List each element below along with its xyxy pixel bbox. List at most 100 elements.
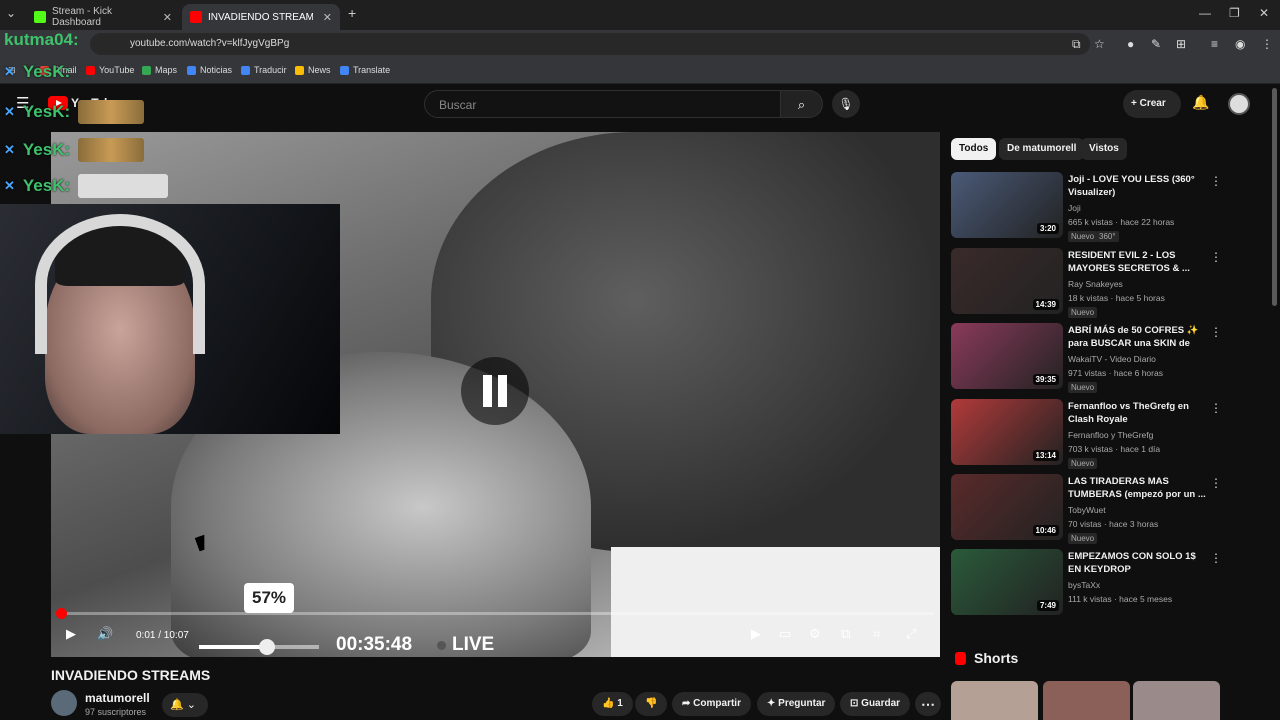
video-title[interactable]: RESIDENT EVIL 2 - LOS MAYORES SECRETOS &…: [1068, 249, 1208, 275]
install-icon[interactable]: ⧉: [1072, 37, 1081, 52]
progress-scrubber[interactable]: [56, 608, 67, 619]
channel-name[interactable]: matumorell: [85, 691, 150, 705]
more-options-icon[interactable]: ⋮: [1210, 174, 1222, 188]
subtitles-icon[interactable]: ▭: [779, 626, 791, 642]
url-input[interactable]: youtube.com/watch?v=klfJygVgBPg: [90, 33, 1090, 55]
chip-from-channel[interactable]: De matumorell: [999, 138, 1085, 160]
channel-name[interactable]: Joji: [1068, 203, 1081, 213]
volume-icon[interactable]: 🔊: [97, 626, 113, 642]
miniplayer-icon[interactable]: ⧉: [841, 626, 850, 642]
channel-name[interactable]: TobyWuet: [1068, 505, 1106, 515]
bookmark-youtube[interactable]: YouTube: [86, 65, 134, 75]
extension-icon[interactable]: ✎: [1151, 37, 1161, 51]
close-tab-icon[interactable]: ✕: [323, 11, 332, 24]
badge: Nuevo: [1068, 533, 1098, 544]
menu-icon[interactable]: ⋮: [1261, 37, 1273, 51]
save-button[interactable]: ⊡ Guardar: [840, 692, 911, 716]
bookmark-star-icon[interactable]: ☆: [1094, 37, 1105, 51]
video-thumbnail[interactable]: 7:49: [951, 549, 1063, 615]
more-options-icon[interactable]: ⋮: [1210, 551, 1222, 565]
more-options-icon[interactable]: ⋮: [1210, 250, 1222, 264]
headphones-icon: [35, 214, 205, 354]
video-title[interactable]: Fernanfloo vs TheGrefg en Clash Royale: [1068, 400, 1208, 426]
video-thumbnail[interactable]: 13:14: [951, 399, 1063, 465]
short-thumbnail[interactable]: [1133, 681, 1220, 720]
chip-watched[interactable]: Vistos: [1081, 138, 1127, 160]
pause-icon[interactable]: [461, 357, 529, 425]
close-window-button[interactable]: ✕: [1259, 6, 1269, 20]
chip-all[interactable]: Todos: [951, 138, 997, 160]
recommended-video[interactable]: 39:35 ABRÍ MÁS de 50 COFRES ✨ para BUSCAR…: [951, 323, 1231, 393]
channel-name[interactable]: WakaiTV - Video Diario: [1068, 354, 1156, 364]
like-button[interactable]: 👍 1: [592, 692, 633, 716]
play-button[interactable]: ▶: [66, 626, 76, 642]
recommended-video[interactable]: 3:20 Joji - LOVE YOU LESS (360° Visualize…: [951, 172, 1231, 242]
recommended-video[interactable]: 14:39 RESIDENT EVIL 2 - LOS MAYORES SECRE…: [951, 248, 1231, 318]
bookmark-label: YouTube: [99, 65, 135, 75]
tab-search-icon[interactable]: ⌄: [6, 6, 16, 20]
chat-username: kutma04:: [4, 30, 79, 49]
bookmark-maps[interactable]: Maps: [142, 65, 177, 75]
channel-name[interactable]: Fernanfloo y TheGrefg: [1068, 430, 1153, 440]
minimize-button[interactable]: —: [1199, 6, 1211, 20]
short-thumbnail[interactable]: [1043, 681, 1130, 720]
profile-icon[interactable]: ◉: [1235, 37, 1245, 51]
account-avatar[interactable]: [1228, 93, 1250, 115]
sword-badge-icon: ✕: [4, 64, 15, 79]
channel-avatar[interactable]: [51, 690, 77, 716]
extensions-puzzle-icon[interactable]: ⊞: [1176, 37, 1186, 51]
video-thumbnail[interactable]: 10:46: [951, 474, 1063, 540]
tab-kick[interactable]: Stream - Kick Dashboard ✕: [26, 4, 180, 30]
more-options-icon[interactable]: ⋮: [1210, 401, 1222, 415]
create-button[interactable]: + Crear: [1123, 90, 1181, 118]
new-tab-button[interactable]: +: [348, 5, 356, 21]
video-title[interactable]: Joji - LOVE YOU LESS (360° Visualizer): [1068, 173, 1208, 199]
reading-list-icon[interactable]: ≡: [1211, 37, 1218, 51]
autoplay-toggle-icon[interactable]: ▶: [751, 626, 761, 642]
video-thumbnail[interactable]: 39:35: [951, 323, 1063, 389]
video-title[interactable]: LAS TIRADERAS MAS TUMBERAS (empezó por u…: [1068, 475, 1208, 501]
share-icon: ➦: [682, 698, 694, 709]
bookmark-noticias[interactable]: Noticias: [187, 65, 232, 75]
video-meta: 18 k vistas · hace 5 horas: [1068, 293, 1165, 303]
bookmark-translate[interactable]: Translate: [340, 65, 390, 75]
page-scrollbar[interactable]: [1272, 88, 1277, 306]
dislike-button[interactable]: 👎: [635, 692, 668, 716]
shorts-icon: [955, 651, 966, 665]
live-stream-time: 00:35:48: [336, 634, 413, 655]
more-options-icon[interactable]: ⋮: [1210, 476, 1222, 490]
subscription-bell-button[interactable]: 🔔 ⌄: [162, 693, 208, 717]
like-count: 1: [617, 698, 623, 709]
settings-gear-icon[interactable]: ⚙: [809, 626, 821, 642]
more-actions-button[interactable]: ⋯: [915, 692, 941, 716]
volume-slider[interactable]: [199, 639, 319, 655]
maximize-button[interactable]: ❐: [1229, 6, 1240, 20]
video-thumbnail[interactable]: 3:20: [951, 172, 1063, 238]
channel-name[interactable]: bysTaXx: [1068, 580, 1100, 590]
fullscreen-icon[interactable]: ⤢: [906, 626, 916, 642]
share-button[interactable]: ➦ Compartir: [672, 692, 751, 716]
ask-button[interactable]: ✦ Preguntar: [757, 692, 836, 716]
more-options-icon[interactable]: ⋮: [1210, 325, 1222, 339]
video-title[interactable]: EMPEZAMOS CON SOLO 1$ EN KEYDROP: [1068, 550, 1208, 576]
recommended-video[interactable]: 13:14 Fernanfloo vs TheGrefg en Clash Roy…: [951, 399, 1231, 469]
voice-search-button[interactable]: 🎙: [832, 90, 860, 118]
tab-youtube[interactable]: INVADIENDO STREAMS - Yo ✕: [182, 4, 340, 30]
search-input[interactable]: Buscar: [424, 90, 781, 118]
video-title[interactable]: ABRÍ MÁS de 50 COFRES ✨ para BUSCAR una …: [1068, 324, 1208, 350]
search-button[interactable]: ⌕: [781, 90, 823, 118]
close-tab-icon[interactable]: ✕: [163, 11, 172, 24]
recommended-video[interactable]: 10:46 LAS TIRADERAS MAS TUMBERAS (empezó …: [951, 474, 1231, 544]
bookmark-traducir[interactable]: Traducir: [241, 65, 287, 75]
notifications-bell-icon[interactable]: 🔔: [1192, 94, 1209, 111]
short-thumbnail[interactable]: [951, 681, 1038, 720]
bookmark-news[interactable]: News: [295, 65, 331, 75]
channel-name[interactable]: Ray Snakeyes: [1068, 279, 1123, 289]
extension-icon[interactable]: ●: [1127, 37, 1134, 51]
chat-line: ✕ YesK:: [4, 62, 70, 82]
kick-favicon-icon: [34, 11, 46, 23]
recommended-video[interactable]: 7:49 EMPEZAMOS CON SOLO 1$ EN KEYDROP bysT…: [951, 549, 1231, 617]
progress-bar[interactable]: [56, 608, 934, 619]
cast-icon[interactable]: ⌗: [873, 626, 880, 642]
video-thumbnail[interactable]: 14:39: [951, 248, 1063, 314]
